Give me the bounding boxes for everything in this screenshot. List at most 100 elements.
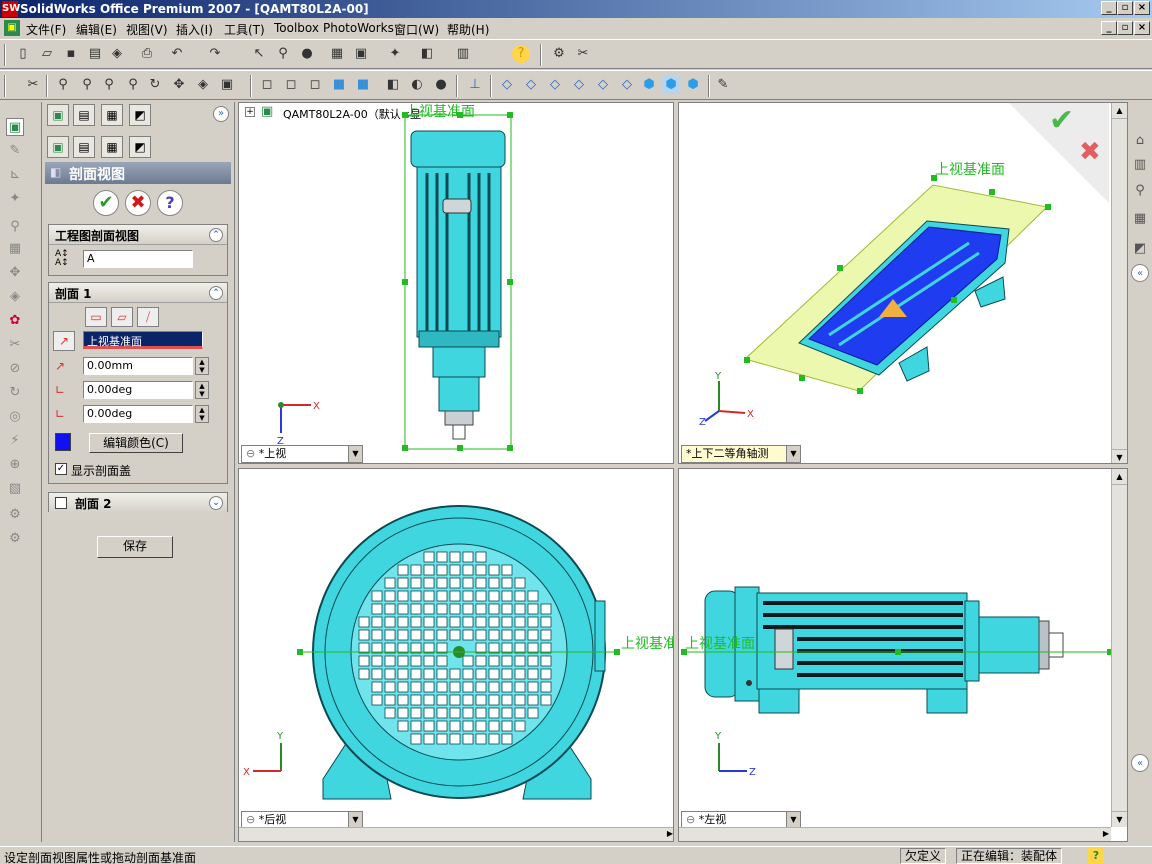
shadows-icon[interactable]: ◐	[408, 76, 426, 94]
save-button[interactable]: 保存	[97, 536, 173, 558]
doc-minimize-button[interactable]: _	[1101, 21, 1117, 35]
confirm-ok-icon[interactable]: ✔	[1049, 103, 1074, 138]
hide-show-icon[interactable]: ✂	[24, 76, 42, 94]
insert-component-icon[interactable]: ◈	[6, 288, 24, 306]
offset-spinner[interactable]: ▲ ▼	[195, 357, 209, 375]
section2-checkbox[interactable]	[55, 497, 67, 509]
menu-photoworks[interactable]: PhotoWorks	[323, 21, 394, 35]
hidden-lines-removed-icon[interactable]: ◻	[306, 76, 324, 94]
viewport-dimetric[interactable]: Y X Z ✔ ✖ 上视基准面 *上下二等角轴测 ▼ ▲ ▼	[678, 102, 1128, 464]
undo-icon[interactable]: ↶	[168, 45, 186, 63]
show-cap-checkbox[interactable]: ✓	[55, 463, 67, 475]
vertical-scrollbar[interactable]: ▲ ▼	[1111, 103, 1127, 463]
menu-insert[interactable]: 插入(I)	[176, 21, 213, 38]
feature-tree-tab[interactable]: ▣	[47, 136, 69, 158]
measure-icon[interactable]: ✎	[714, 76, 732, 94]
mate-icon[interactable]: ⚲	[6, 218, 24, 236]
layer-icon[interactable]: ▥	[454, 45, 472, 63]
zoom-selection-icon[interactable]: ⚲	[124, 76, 142, 94]
redo-icon[interactable]: ↷	[206, 45, 224, 63]
vertical-scrollbar[interactable]: ▲ ▼	[1111, 469, 1127, 827]
x-rotation-spinner[interactable]: ▲ ▼	[195, 381, 209, 399]
confirm-cancel-icon[interactable]: ✖	[1079, 137, 1101, 167]
section1-header[interactable]: 剖面 1 ⌃	[49, 283, 227, 303]
view-selector-dimetric[interactable]: *上下二等角轴测 ▼	[681, 445, 801, 463]
photoworks-icon[interactable]: ✦	[386, 45, 404, 63]
offset-distance-field[interactable]: 0.00mm	[83, 357, 193, 375]
top-view-icon[interactable]: ◇	[594, 76, 612, 94]
front-plane-icon[interactable]: ▭	[85, 307, 107, 327]
menu-file[interactable]: 文件(F)	[26, 21, 66, 38]
right-view-icon[interactable]: ◇	[570, 76, 588, 94]
doc-restore-button[interactable]: ▫	[1117, 21, 1133, 35]
document-icon[interactable]: ▣	[4, 20, 20, 36]
y-rotation-field[interactable]: 0.00deg	[83, 405, 193, 423]
component-pattern-icon[interactable]: ▦	[6, 240, 24, 258]
appearances-icon[interactable]: ◩	[1131, 240, 1149, 258]
menu-toolbox[interactable]: Toolbox	[274, 21, 319, 35]
right-plane-icon[interactable]: ⧸	[137, 307, 159, 327]
zoom-area-icon[interactable]: ⚲	[78, 76, 96, 94]
cap-color-swatch[interactable]	[55, 433, 71, 451]
help-status-icon[interactable]: ?	[1088, 848, 1104, 863]
assembly-features-icon[interactable]: ▣	[6, 118, 24, 136]
chevron-down-icon[interactable]: ▼	[786, 446, 800, 462]
minimize-button[interactable]: _	[1101, 1, 1117, 15]
shaded-icon[interactable]: ■	[354, 76, 372, 94]
cancel-button[interactable]: ✖	[125, 190, 151, 216]
part-icon[interactable]: ◧	[418, 45, 436, 63]
hidden-lines-visible-icon[interactable]: ◻	[282, 76, 300, 94]
help-icon[interactable]: ?	[512, 45, 530, 63]
drawing-section-header[interactable]: 工程图剖面视图 ⌃	[49, 225, 227, 245]
chevron-down-icon[interactable]: ▼	[348, 812, 362, 828]
collapse-icon[interactable]: ⌃	[209, 228, 223, 242]
section-name-field[interactable]: A	[83, 250, 193, 268]
reverse-direction-icon[interactable]: ↗	[53, 331, 75, 351]
move-component-icon[interactable]: ✥	[6, 264, 24, 282]
section-plane-field[interactable]: 上视基准面	[83, 331, 203, 349]
hole-series-icon[interactable]: ◎	[6, 408, 24, 426]
wireframe-icon[interactable]: ◻	[258, 76, 276, 94]
scroll-right-icon[interactable]: ▶	[667, 829, 673, 838]
dimension-icon[interactable]: ⊾	[6, 166, 24, 184]
edit-color-button[interactable]: 编辑颜色(C)	[89, 433, 183, 453]
select-filter-icon[interactable]: ⚲	[274, 45, 292, 63]
properties-tab[interactable]: ▤	[73, 136, 95, 158]
pan-icon[interactable]: ✥	[170, 76, 188, 94]
select-icon[interactable]: ↖	[250, 45, 268, 63]
doc-close-button[interactable]: ×	[1134, 21, 1150, 35]
interference-icon[interactable]: ⊘	[6, 360, 24, 378]
expand-icon[interactable]: ⌄	[209, 496, 223, 510]
menu-tools[interactable]: 工具(T)	[224, 21, 265, 38]
expand-taskpane-icon[interactable]: «	[1131, 754, 1149, 772]
cavity-icon[interactable]: ▧	[6, 480, 24, 498]
x-rotation-field[interactable]: 0.00deg	[83, 381, 193, 399]
options-icon[interactable]: ▦	[328, 45, 346, 63]
rotate-icon[interactable]: ↻	[146, 76, 164, 94]
shaded-edges-icon[interactable]: ■	[330, 76, 348, 94]
expand-panel-icon[interactable]: »	[213, 106, 229, 122]
configurations-tab[interactable]: ▦	[101, 136, 123, 158]
trimetric-view-icon[interactable]: ⬢	[662, 76, 680, 94]
open-icon[interactable]: ▱	[38, 45, 56, 63]
menu-help[interactable]: 帮助(H)	[447, 21, 489, 38]
left-view-icon[interactable]: ◇	[546, 76, 564, 94]
scroll-right-icon[interactable]: ▶	[1103, 829, 1109, 838]
feature-manager-tab[interactable]: ▣	[47, 104, 69, 126]
collapse-taskpane-icon[interactable]: «	[1131, 264, 1149, 282]
horizontal-scrollbar[interactable]: ▶	[239, 827, 673, 841]
section-view-icon[interactable]: ◧	[384, 76, 402, 94]
resources-icon[interactable]: ▥	[1131, 156, 1149, 174]
help-button[interactable]: ?	[157, 190, 183, 216]
new-icon[interactable]: ▯	[14, 45, 32, 63]
make-assembly-icon[interactable]: ◈	[108, 45, 126, 63]
search-icon[interactable]: ⚲	[1131, 182, 1149, 200]
close-button[interactable]: ×	[1134, 1, 1150, 15]
chevron-down-icon[interactable]: ▼	[348, 446, 362, 462]
realview-icon[interactable]: ●	[432, 76, 450, 94]
sketch-icon[interactable]: ✎	[6, 142, 24, 160]
simulation-icon[interactable]: ⚙	[6, 530, 24, 548]
design-library-icon[interactable]: ▦	[1131, 210, 1149, 228]
toolbox-icon[interactable]: ⚙	[6, 506, 24, 524]
smart-fasteners-icon[interactable]: ✿	[6, 312, 24, 330]
